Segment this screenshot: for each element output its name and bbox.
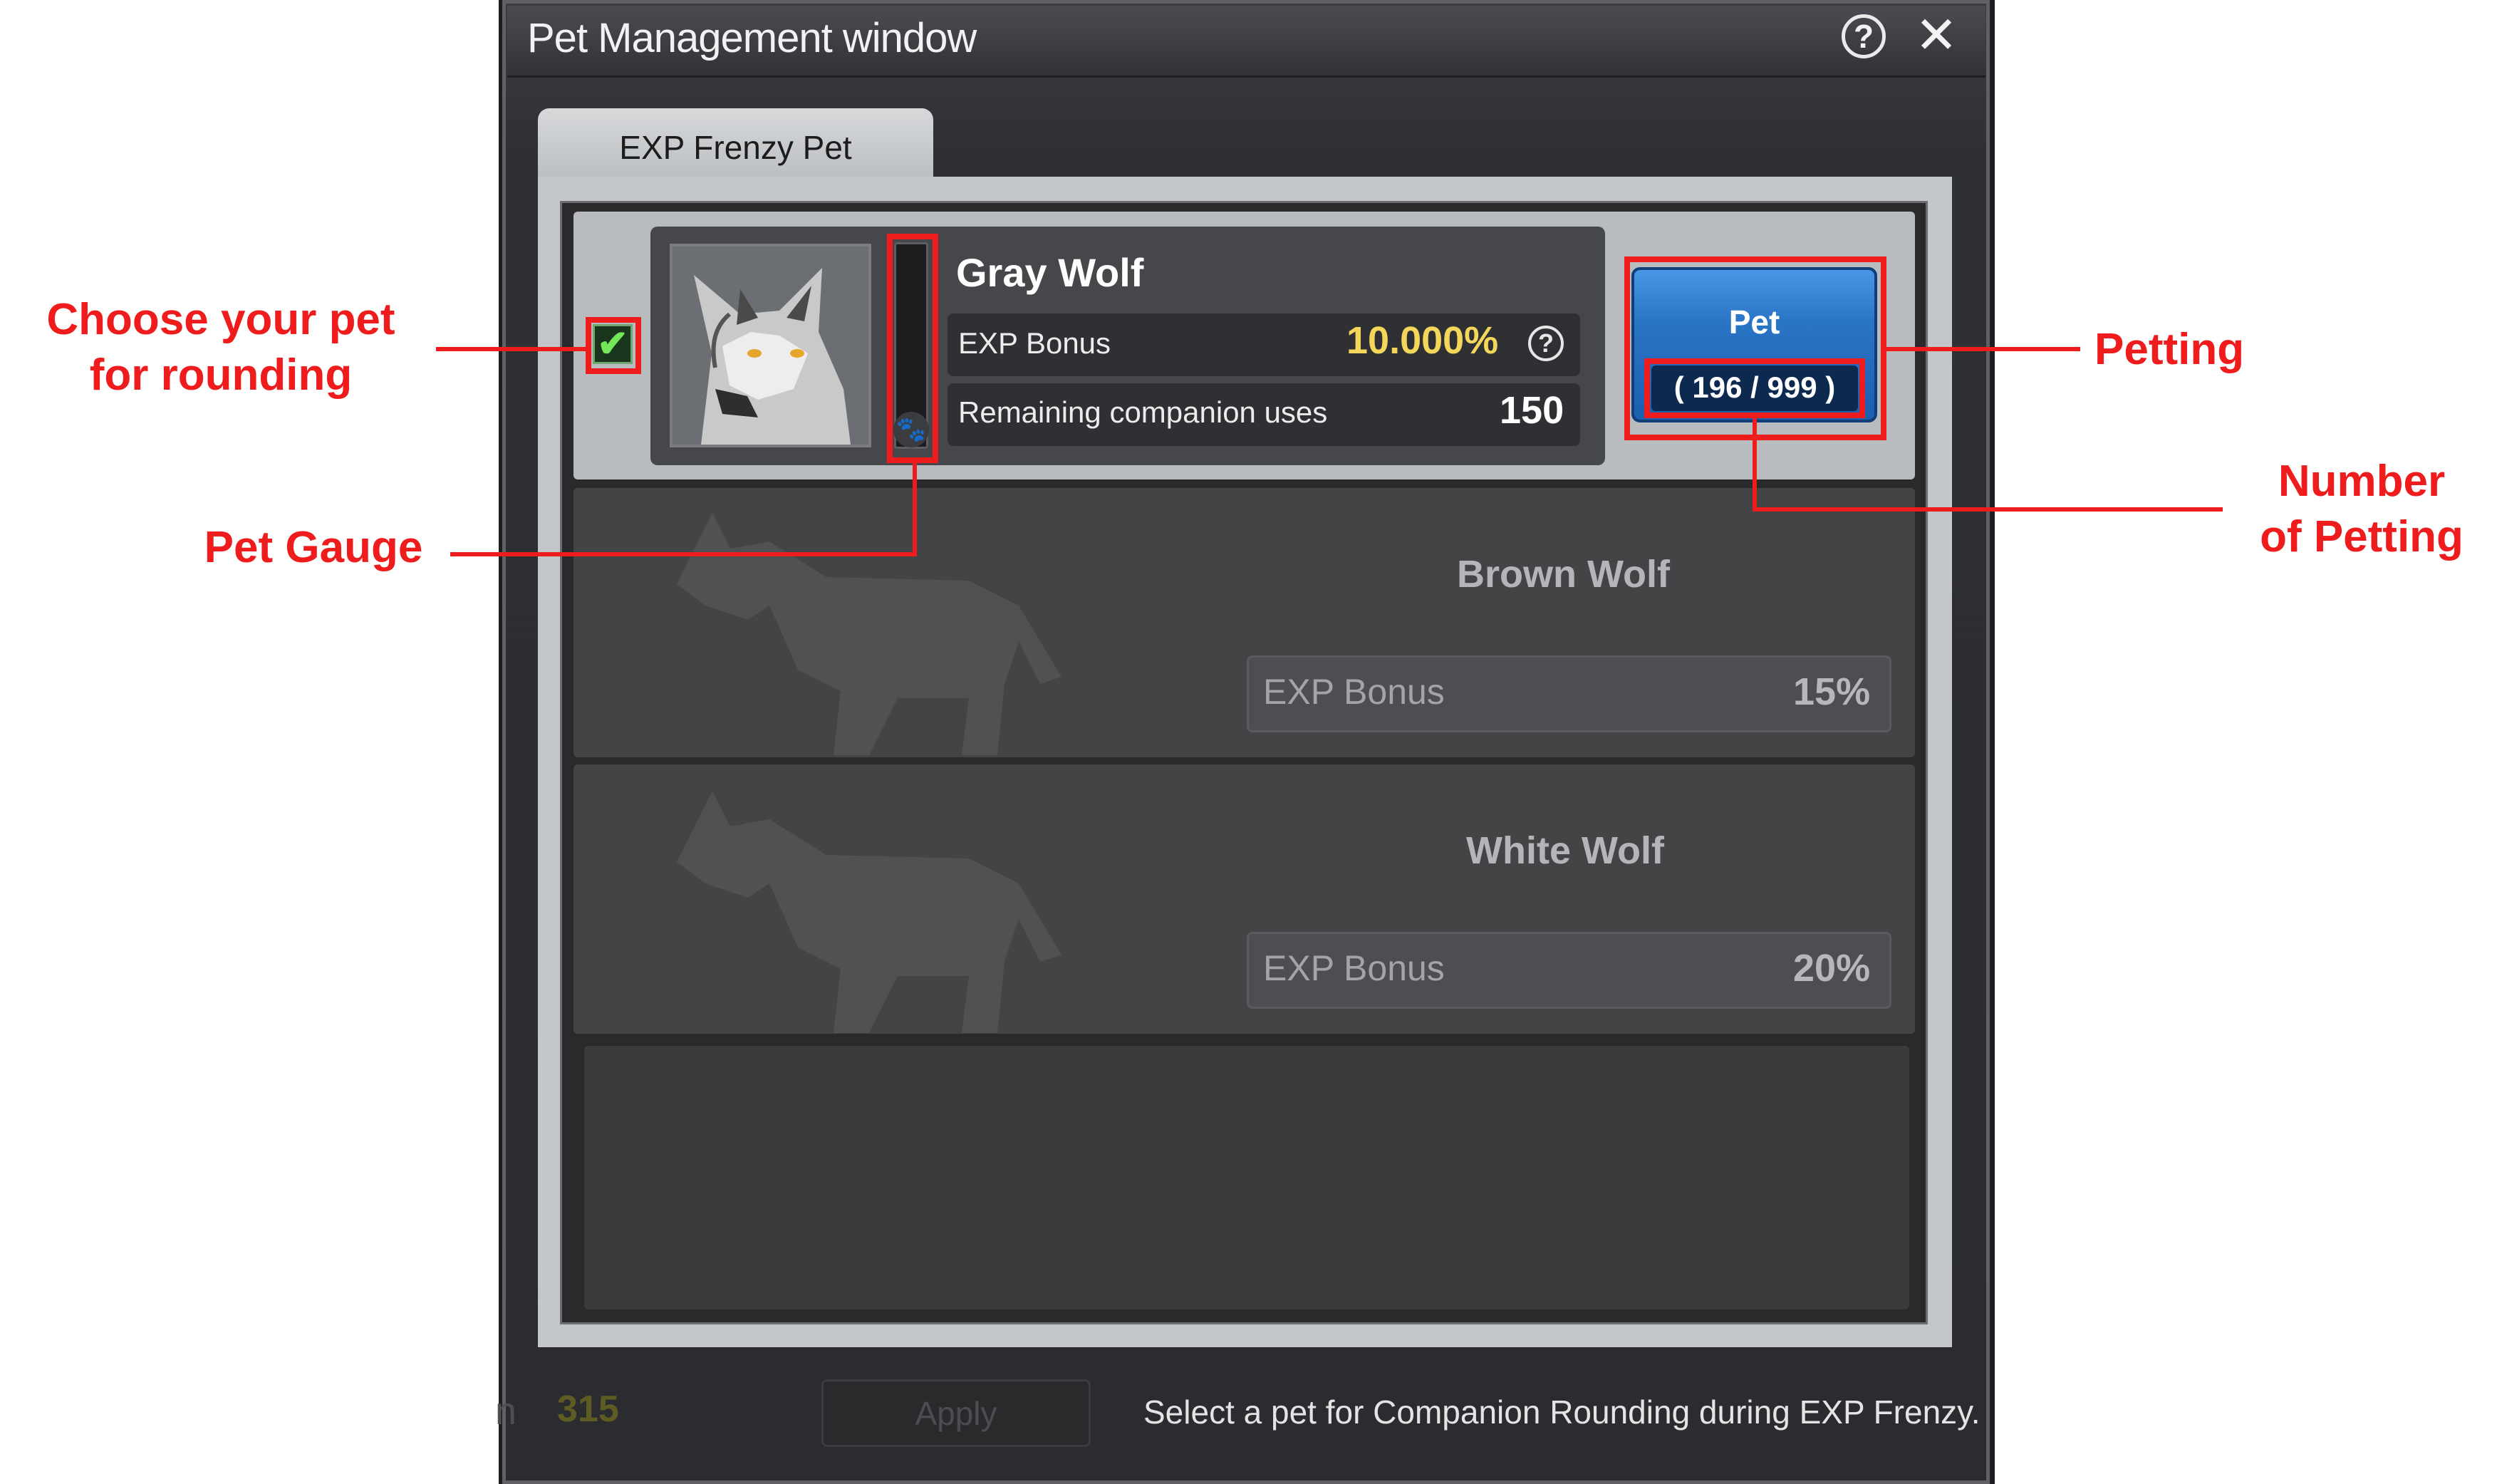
annotation-number-of-petting: Number of Petting xyxy=(2237,454,2486,564)
annotation-line xyxy=(436,347,586,351)
wolf-silhouette-icon xyxy=(677,513,1061,755)
exp-bonus-label: EXP Bonus xyxy=(1263,672,1445,712)
pet-name: White Wolf xyxy=(1466,829,1664,872)
annotation-choose-pet-line1: Choose your pet xyxy=(46,295,395,344)
annotation-line xyxy=(913,463,917,556)
wolf-silhouette-icon xyxy=(677,791,1061,1033)
annotation-line xyxy=(1886,347,2080,351)
footer-number: 315 xyxy=(557,1389,619,1430)
remaining-uses-label: Remaining companion uses xyxy=(958,395,1328,429)
annotation-pet-gauge: Pet Gauge xyxy=(204,523,423,572)
annotation-line xyxy=(1753,507,2223,512)
annotation-box-gauge xyxy=(887,234,938,463)
exp-bonus-label: EXP Bonus xyxy=(958,326,1111,360)
footer-label-fragment: n xyxy=(495,1390,517,1433)
apply-button[interactable]: Apply xyxy=(821,1379,1091,1447)
window-title: Pet Management window xyxy=(527,15,977,61)
annotation-number-line1: Number xyxy=(2278,457,2446,506)
question-circle-icon[interactable]: ? xyxy=(1842,14,1886,58)
annotation-line xyxy=(450,552,917,556)
annotation-number-line2: of Petting xyxy=(2260,512,2464,561)
remaining-uses-value: 150 xyxy=(1500,389,1564,432)
annotation-box-petting-count xyxy=(1644,358,1865,418)
tab-exp-frenzy-pet[interactable]: EXP Frenzy Pet xyxy=(538,108,933,187)
pet-name: Brown Wolf xyxy=(1457,553,1670,596)
gray-wolf-portrait xyxy=(670,244,871,447)
exp-bonus-value: 10.000% xyxy=(1346,319,1499,362)
exp-bonus-value: 20% xyxy=(1793,947,1871,990)
close-icon[interactable]: ✕ xyxy=(1911,7,1961,64)
footer-hint-text: Select a pet for Companion Rounding duri… xyxy=(1143,1394,1981,1431)
empty-pet-slot xyxy=(584,1046,1909,1309)
pet-name: Gray Wolf xyxy=(956,250,1144,295)
annotation-line xyxy=(1753,418,1757,511)
annotation-choose-pet: Choose your pet for rounding xyxy=(14,292,427,403)
exp-bonus-value: 15% xyxy=(1793,670,1871,713)
annotation-box-checkbox xyxy=(586,317,641,374)
question-circle-icon[interactable]: ? xyxy=(1528,326,1564,361)
annotation-choose-pet-line2: for rounding xyxy=(89,350,353,400)
exp-bonus-label: EXP Bonus xyxy=(1263,948,1445,988)
annotation-petting: Petting xyxy=(2094,325,2245,374)
